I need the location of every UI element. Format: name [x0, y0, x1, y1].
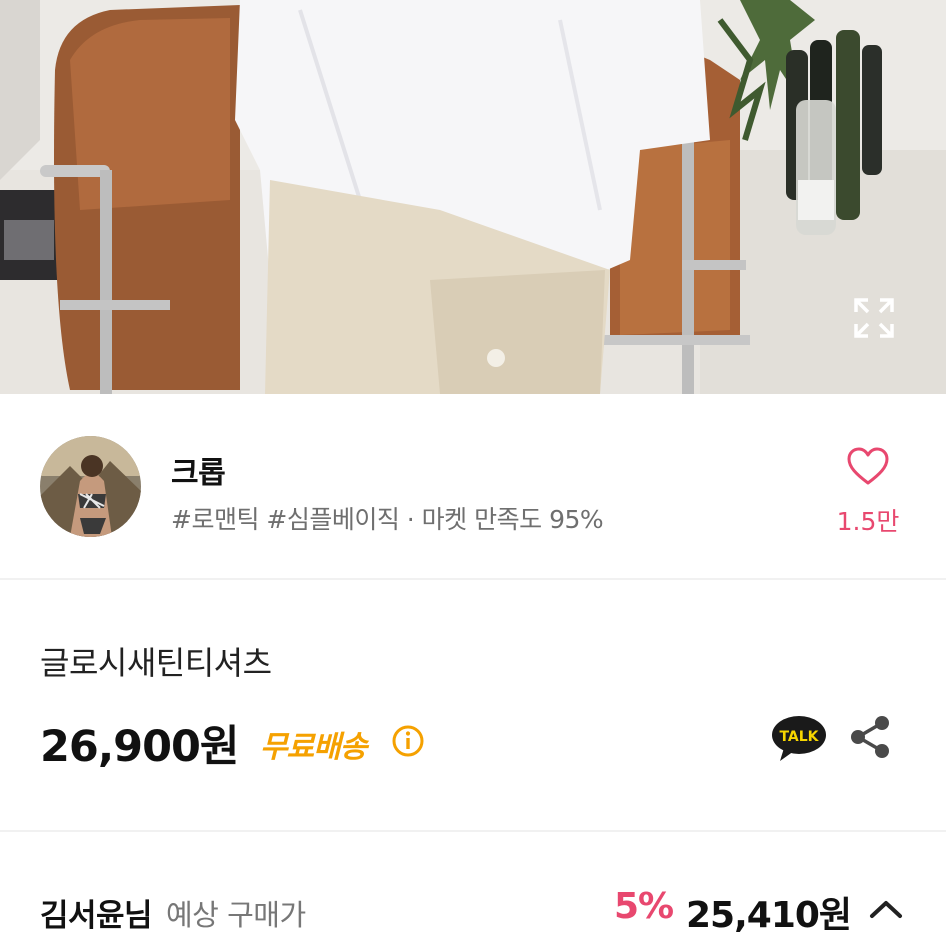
expected-price-label: 예상 구매가: [166, 898, 306, 932]
divider: [0, 830, 946, 832]
free-shipping-label: 무료배송: [260, 730, 367, 765]
like-count: 1.5만: [836, 507, 900, 536]
share-icon[interactable]: [848, 714, 892, 760]
discount-rate: 5%: [614, 886, 674, 927]
shop-name[interactable]: 크롭: [171, 448, 226, 492]
product-price: 26,900원: [40, 722, 239, 772]
info-icon[interactable]: [391, 724, 425, 758]
talk-label: TALK: [779, 729, 819, 745]
product-hero-image[interactable]: [0, 0, 946, 394]
expected-price-row[interactable]: 김서윤님 예상 구매가 5% 25,410원: [0, 866, 946, 946]
product-name: 글로시새틴티셔츠: [40, 644, 272, 682]
shop-avatar[interactable]: [40, 436, 141, 537]
expected-price: 25,410원: [686, 895, 852, 936]
shop-tags: #로맨틱 #심플베이직 · 마켓 만족도 95%: [171, 505, 604, 534]
buyer-name: 김서윤님: [40, 898, 153, 934]
product-photo: [0, 0, 946, 394]
heart-outline-icon: [847, 447, 889, 485]
shop-info-row[interactable]: 크롭 #로맨틱 #심플베이직 · 마켓 만족도 95% 1.5만: [0, 394, 946, 580]
divider: [0, 578, 946, 580]
like-button[interactable]: 1.5만: [830, 442, 906, 542]
expand-icon[interactable]: [852, 296, 904, 348]
chevron-up-icon[interactable]: [866, 896, 906, 922]
kakao-talk-button[interactable]: TALK: [770, 714, 828, 764]
